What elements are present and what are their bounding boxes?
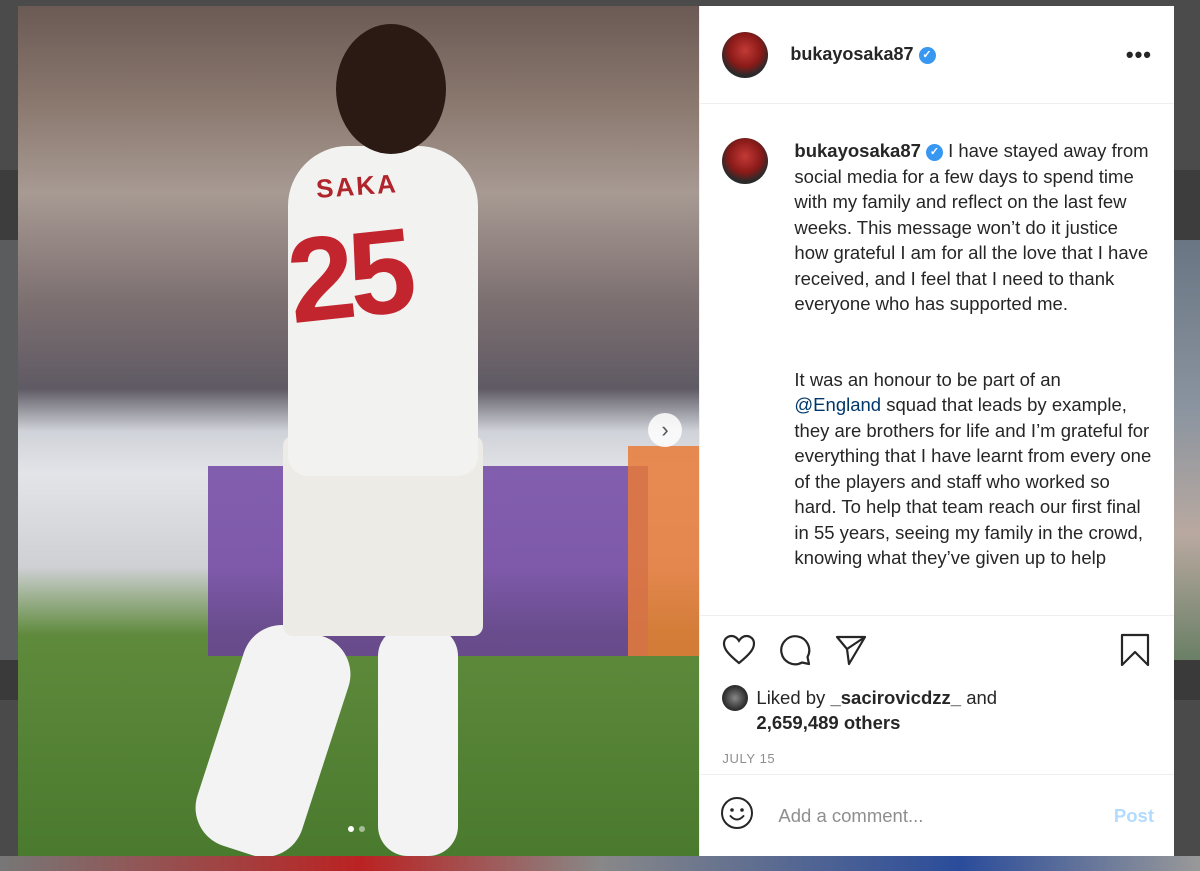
- comment-bar: Post: [700, 774, 1174, 856]
- shirt-number: 25: [281, 203, 417, 349]
- post-sidebar: bukayosaka87 ✓ ••• bukayosaka87 ✓ I have s…: [699, 6, 1174, 856]
- comment-icon[interactable]: [776, 631, 814, 669]
- heart-icon[interactable]: [720, 631, 758, 669]
- chevron-right-icon: ›: [661, 417, 669, 442]
- carousel-dot: [359, 826, 365, 832]
- post-header: bukayosaka87 ✓ •••: [700, 6, 1174, 105]
- shirt-name: SAKA: [315, 168, 399, 204]
- media-player-leg: [378, 626, 458, 856]
- post-media[interactable]: SAKA 25 ›: [18, 6, 700, 856]
- liked-by-and: and: [961, 686, 998, 708]
- verified-check-icon: ✓: [925, 144, 943, 162]
- more-options-icon[interactable]: •••: [1126, 43, 1152, 66]
- caption: bukayosaka87 ✓ I have stayed away from so…: [794, 138, 1152, 614]
- caption-section: bukayosaka87 ✓ I have stayed away from so…: [700, 104, 1174, 614]
- caption-paragraph: It was an honour to be part of an @Engla…: [794, 367, 1152, 571]
- verified-check-icon: ✓: [918, 46, 936, 64]
- liked-by-label: Liked by: [756, 686, 831, 708]
- likes-count[interactable]: 2,659,489 others: [756, 712, 900, 733]
- liked-by-user[interactable]: _sacirovicdzz_: [830, 687, 961, 708]
- mention-link[interactable]: @England: [794, 394, 881, 415]
- caption-text-2a: It was an honour to be part of an: [794, 368, 1061, 390]
- caption-avatar[interactable]: [722, 138, 769, 185]
- caption-text-2b: squad that leads by example, they are br…: [794, 394, 1152, 569]
- background-feed-bottom: [0, 856, 1200, 871]
- carousel-indicator: [348, 826, 365, 832]
- share-icon[interactable]: [832, 631, 870, 669]
- caption-username[interactable]: bukayosaka87 ✓: [794, 140, 943, 161]
- comment-input[interactable]: [776, 803, 1104, 828]
- avatar[interactable]: [722, 31, 769, 78]
- media-player-head: [336, 24, 446, 154]
- likes-summary: Liked by _sacirovicdzz_ and 2,659,489 ot…: [700, 684, 1174, 735]
- post-comment-button[interactable]: Post: [1114, 805, 1154, 827]
- emoji-icon[interactable]: [720, 796, 754, 835]
- likes-text: Liked by _sacirovicdzz_ and 2,659,489 ot…: [756, 685, 997, 735]
- background-feed-left: [0, 240, 18, 660]
- carousel-next-button[interactable]: ›: [648, 413, 682, 447]
- caption-username-text[interactable]: bukayosaka87: [794, 140, 921, 161]
- bookmark-icon[interactable]: [1116, 631, 1154, 669]
- header-username[interactable]: bukayosaka87 ✓: [790, 44, 936, 65]
- background-feed-right: [1174, 240, 1200, 660]
- carousel-dot-active: [348, 826, 354, 832]
- caption-text-1: I have stayed away from social media for…: [794, 140, 1149, 315]
- caption-paragraph: bukayosaka87 ✓ I have stayed away from so…: [794, 138, 1152, 317]
- post-date[interactable]: JULY 15: [700, 735, 1174, 775]
- action-bar: [700, 614, 1174, 685]
- post-modal: SAKA 25 › bukayosaka87 ✓ ••• bukayosaka87…: [18, 6, 1174, 856]
- liker-avatar[interactable]: [722, 684, 749, 711]
- header-username-text[interactable]: bukayosaka87: [790, 44, 913, 64]
- media-ad-board-accent: [628, 446, 700, 656]
